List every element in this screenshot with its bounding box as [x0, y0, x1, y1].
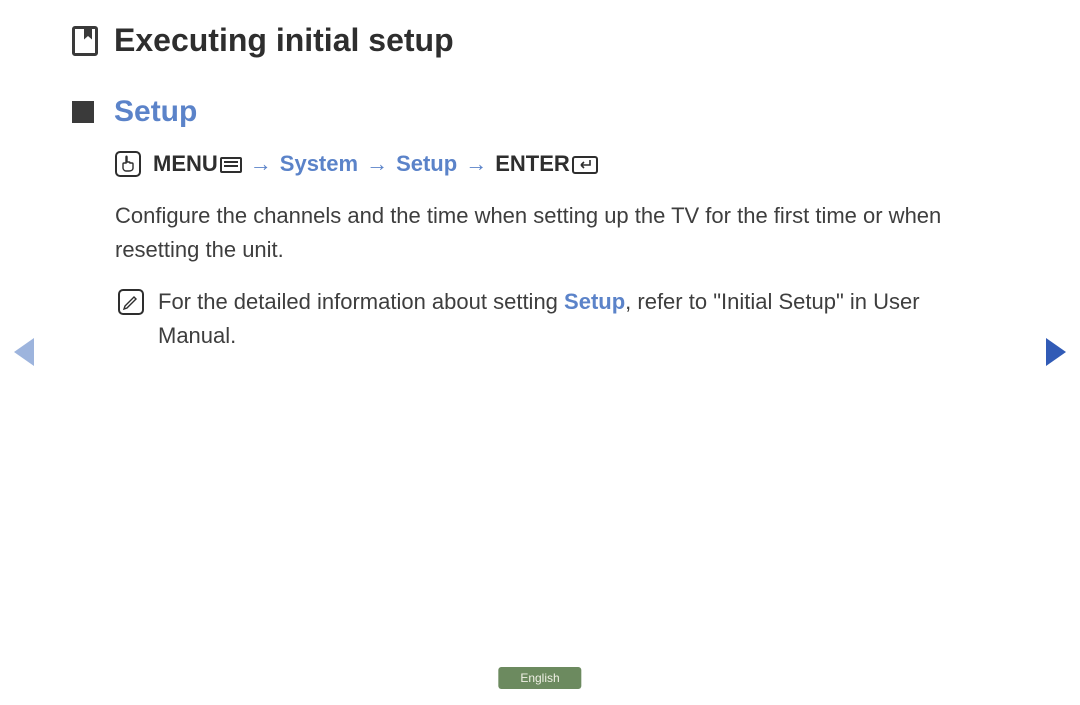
nav-arrow-3: → [465, 151, 487, 177]
nav-menu-label: MENU [153, 151, 242, 177]
prev-page-arrow[interactable] [14, 338, 34, 366]
next-page-arrow[interactable] [1046, 338, 1066, 366]
note-row: For the detailed information about setti… [0, 267, 1080, 353]
nav-arrow-1: → [250, 151, 272, 177]
body-paragraph: Configure the channels and the time when… [0, 177, 1080, 267]
square-bullet-icon [72, 101, 94, 123]
nav-system: System [280, 151, 358, 177]
nav-enter-label: ENTER [495, 151, 598, 177]
nav-arrow-2: → [366, 151, 388, 177]
section-title: Setup [114, 95, 197, 129]
note-pencil-icon [118, 289, 144, 315]
nav-path: MENU → System → Setup → ENTER [0, 129, 1080, 177]
section-row: Setup [0, 59, 1080, 129]
menu-grid-icon [220, 157, 242, 173]
enter-return-icon [572, 156, 598, 174]
note-highlight: Setup [564, 289, 625, 314]
nav-menu-text: MENU [153, 151, 218, 176]
note-prefix: For the detailed information about setti… [158, 289, 564, 314]
nav-setup: Setup [396, 151, 457, 177]
bookmark-icon [72, 26, 98, 56]
note-text: For the detailed information about setti… [158, 285, 1000, 353]
hand-icon [115, 151, 141, 177]
nav-enter-text: ENTER [495, 151, 570, 176]
language-indicator[interactable]: English [498, 667, 581, 689]
page-title: Executing initial setup [114, 22, 454, 59]
page-title-row: Executing initial setup [0, 0, 1080, 59]
